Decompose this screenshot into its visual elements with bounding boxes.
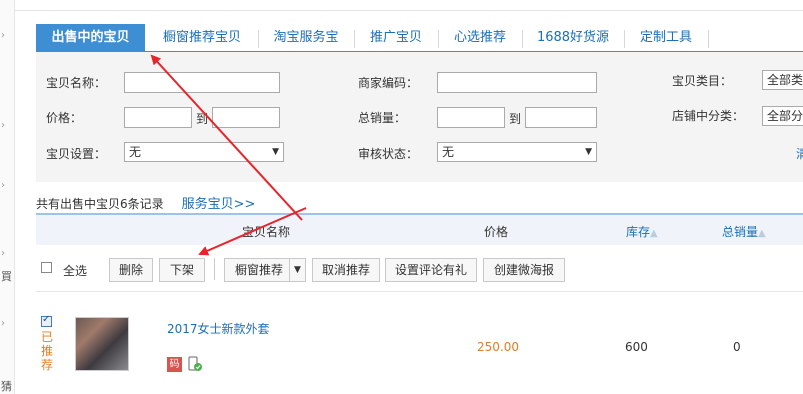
annotation-arrow-to-delist	[198, 207, 307, 256]
annotation-arrows	[150, 54, 307, 256]
annotation-arrow-to-tab	[150, 54, 303, 221]
